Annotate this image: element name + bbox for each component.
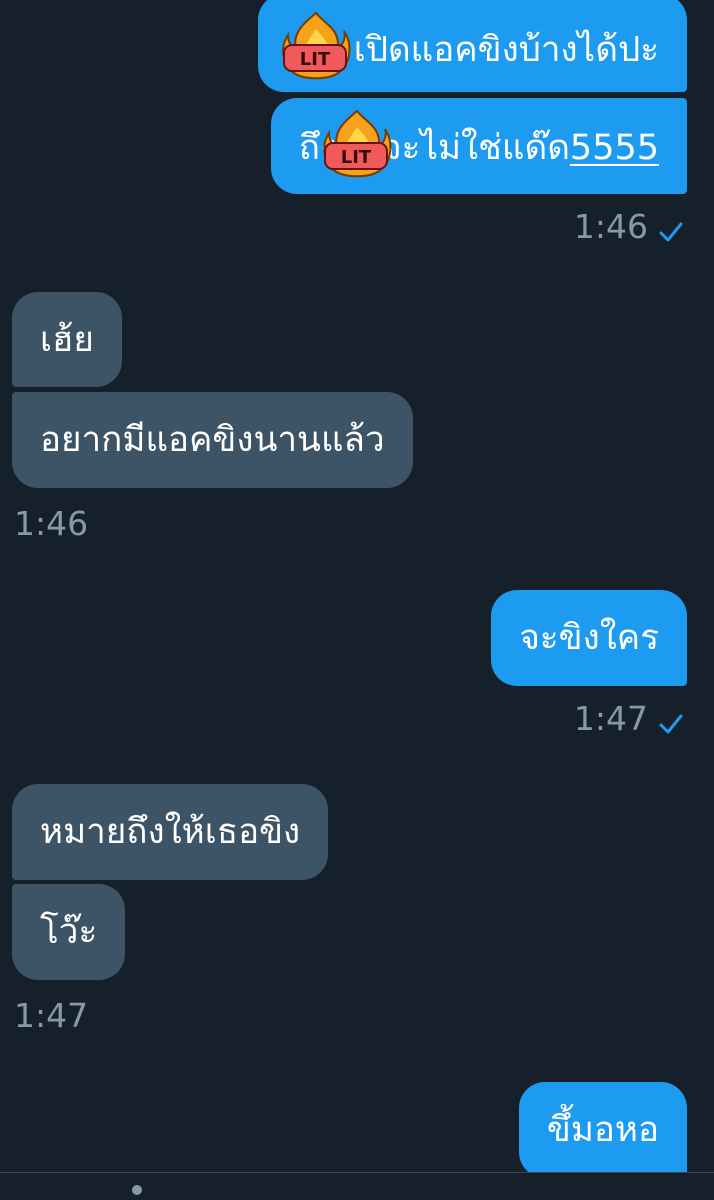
outgoing-message-bubble[interactable]: LIT เปิดแอคขิงบ้างได้ปะ [257,0,687,92]
message-text: หมายถึงให้เธอขิง [40,812,301,852]
message-timestamp: 1:46 [574,207,684,247]
message-text: อยากมีแอคขิงนานแล้ว [40,420,385,460]
svg-text:LIT: LIT [341,147,372,168]
lit-fire-sticker-icon: LIT [319,109,395,179]
incoming-message-bubble[interactable]: โว๊ะ [12,884,126,980]
message-text: ขึ้มอหอ [546,1110,659,1150]
incoming-message-bubble[interactable]: อยากมีแอคขิงนานแล้ว [12,392,413,488]
checkmark-icon [658,214,684,242]
timestamp-text: 1:46 [14,504,89,543]
message-text: โว๊ะ [40,912,98,952]
outgoing-message-bubble[interactable]: ถึง LIT จะไม่ใช่แด๊ด5555 [270,98,687,194]
message-text: จะขิงใคร [519,618,659,658]
lit-fire-sticker-icon: LIT [278,11,354,81]
outgoing-message-bubble[interactable]: จะขิงใคร [491,590,687,686]
message-text: เปิดแอคขิงบ้างได้ปะ [353,30,659,70]
message-timestamp: 1:47 [574,699,684,739]
message-link[interactable]: 5555 [570,128,659,168]
outgoing-message-bubble[interactable]: ขึ้มอหอ [518,1082,687,1178]
message-timestamp: 1:46 [14,504,88,544]
timestamp-text: 1:46 [573,207,648,246]
incoming-message-bubble[interactable]: หมายถึงให้เธอขิง [12,784,329,880]
checkmark-icon [658,706,684,734]
composer-indicator-icon [132,1185,142,1195]
dm-conversation-screen: LIT เปิดแอคขิงบ้างได้ปะ ถึง LIT จะไม่ใช่… [0,0,714,1200]
svg-text:LIT: LIT [300,49,331,70]
incoming-message-bubble[interactable]: เฮ้ย [12,292,122,387]
message-text: จะไม่ใช่แด๊ด [381,128,570,168]
message-timestamp: 1:47 [14,996,88,1036]
timestamp-text: 1:47 [573,699,648,738]
message-text: เฮ้ย [40,320,94,360]
message-composer-bar[interactable] [0,1172,714,1200]
timestamp-text: 1:47 [14,996,89,1035]
